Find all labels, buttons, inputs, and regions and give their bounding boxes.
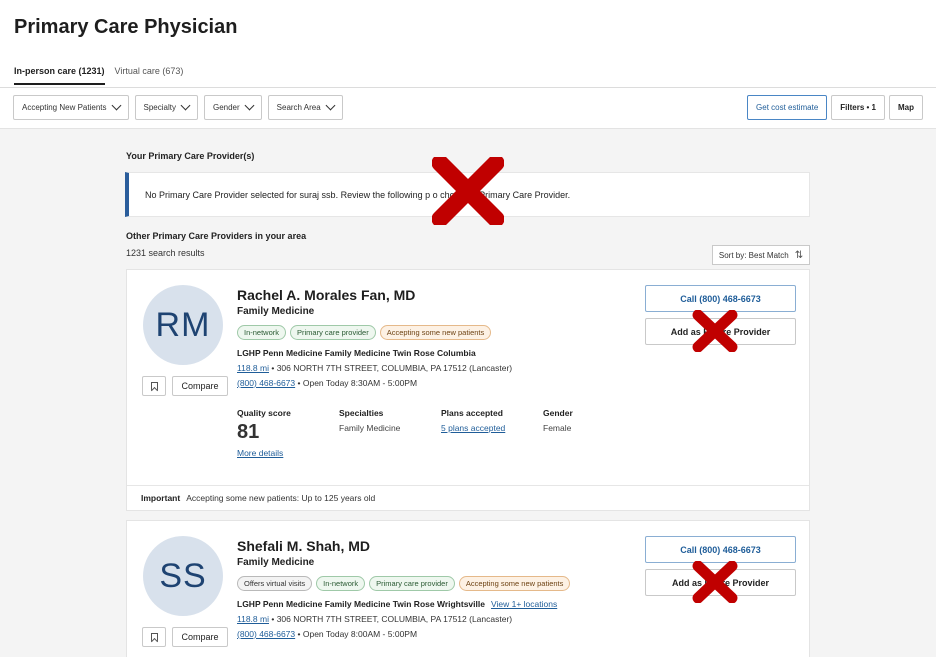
phone-hours-line: (800) 468-6673 • Open Today 8:00AM - 5:0… (237, 629, 417, 639)
tab-virtual-care[interactable]: Virtual care (673) (115, 66, 184, 85)
add-as-pcp-button[interactable]: Add as Pr are Provider (645, 569, 796, 596)
address: 306 NORTH 7TH STREET, COLUMBIA, PA 17512… (276, 363, 513, 373)
quality-score-label: Quality score (237, 408, 291, 418)
chevron-down-icon (244, 100, 255, 111)
specialties-value: Family Medicine (339, 423, 401, 433)
bookmark-button[interactable] (142, 376, 166, 396)
phone-link[interactable]: (800) 468-6673 (237, 629, 295, 639)
results-count: 1231 search results (126, 248, 205, 258)
bookmark-icon (150, 632, 158, 642)
filters-button[interactable]: Filters • 1 (831, 95, 885, 120)
call-button[interactable]: Call (800) 468-6673 (645, 285, 796, 312)
view-locations-link[interactable]: View 1+ locations (491, 599, 557, 609)
provider-specialty: Family Medicine (237, 306, 315, 317)
in-network-badge: In-network (316, 576, 366, 591)
important-label: Important (141, 493, 181, 503)
more-details-link[interactable]: More details (237, 448, 283, 458)
practice-name: LGHP Penn Medicine Family Medicine Twin … (237, 599, 557, 609)
practice-name: LGHP Penn Medicine Family Medicine Twin … (237, 348, 476, 358)
provider-specialty: Family Medicine (237, 557, 315, 568)
filter-specialty[interactable]: Specialty (134, 95, 198, 120)
avatar: RM (143, 285, 223, 365)
filter-label: Accepting New Patients (22, 103, 107, 112)
phone-link[interactable]: (800) 468-6673 (237, 378, 295, 388)
tab-in-person-care[interactable]: In-person care (1231) (14, 66, 105, 85)
hours: Open Today 8:30AM - 5:00PM (302, 378, 418, 388)
address-line: 118.8 mi • 306 NORTH 7TH STREET, COLUMBI… (237, 614, 512, 624)
important-note: Important Accepting some new patients: U… (127, 485, 809, 510)
virtual-visits-badge: Offers virtual visits (237, 576, 313, 591)
badge-row: In-network Primary care provider Accepti… (237, 325, 492, 340)
add-as-pcp-button[interactable]: Add as Pri are Provider (645, 318, 796, 345)
hours: Open Today 8:00AM - 5:00PM (302, 629, 418, 639)
header: Primary Care Physician In-person care (1… (0, 0, 936, 129)
care-tabs: In-person care (1231) Virtual care (673) (14, 66, 183, 85)
badge-row: Offers virtual visits In-network Primary… (237, 576, 571, 591)
provider-card: SS Compare Shefali M. Shah, MD Family Me… (126, 520, 810, 657)
address-line: 118.8 mi • 306 NORTH 7TH STREET, COLUMBI… (237, 363, 512, 373)
map-button[interactable]: Map (889, 95, 923, 120)
your-pcp-heading: Your Primary Care Provider(s) (126, 151, 255, 161)
bookmark-icon (150, 381, 158, 391)
chevron-down-icon (180, 100, 191, 111)
other-providers-heading: Other Primary Care Providers in your are… (126, 231, 307, 241)
gender-label: Gender (543, 408, 573, 418)
compare-button[interactable]: Compare (172, 627, 228, 647)
plans-label: Plans accepted (441, 408, 503, 418)
sort-label: Sort by: Best Match (718, 250, 789, 260)
chevron-down-icon (325, 100, 336, 111)
filter-label: Gender (212, 103, 240, 112)
chevron-down-icon (111, 100, 121, 111)
practice-name-text: LGHP Penn Medicine Family Medicine Twin … (237, 599, 485, 609)
sort-icon: ⇅ (794, 249, 804, 261)
filter-gender[interactable]: Gender (203, 95, 262, 120)
pcp-notice-text: No Primary Care Provider selected for su… (145, 189, 571, 200)
plans-accepted-link[interactable]: 5 plans accepted (441, 423, 505, 433)
important-text: Accepting some new patients: Up to 125 y… (186, 493, 376, 503)
header-actions: Get cost estimate Filters • 1 Map (747, 95, 923, 120)
get-cost-estimate-button[interactable]: Get cost estimate (747, 95, 828, 120)
provider-name[interactable]: Shefali M. Shah, MD (237, 538, 370, 554)
accepting-patients-badge: Accepting some new patients (458, 576, 571, 591)
compare-button[interactable]: Compare (172, 376, 228, 396)
phone-hours-line: (800) 468-6673 • Open Today 8:30AM - 5:0… (237, 378, 417, 388)
provider-card: RM Compare Rachel A. Morales Fan, MD Fam… (126, 269, 810, 511)
address: 306 NORTH 7TH STREET, COLUMBIA, PA 17512… (276, 614, 513, 624)
quality-score-value: 81 (237, 421, 260, 443)
distance-link[interactable]: 118.8 mi (237, 614, 269, 624)
filter-label: Search Area (276, 103, 321, 112)
bookmark-button[interactable] (142, 627, 166, 647)
gender-value: Female (543, 423, 572, 433)
pcp-badge: Primary care provider (369, 576, 455, 591)
filter-label: Specialty (143, 103, 176, 112)
distance-link[interactable]: 118.8 mi (237, 363, 269, 373)
filter-accepting-new-patients[interactable]: Accepting New Patients (13, 95, 129, 120)
accepting-patients-badge: Accepting some new patients (379, 325, 492, 340)
pcp-notice: No Primary Care Provider selected for su… (125, 172, 810, 217)
specialties-label: Specialties (339, 408, 384, 418)
page-title: Primary Care Physician (14, 16, 238, 38)
in-network-badge: In-network (237, 325, 287, 340)
provider-name[interactable]: Rachel A. Morales Fan, MD (237, 287, 415, 303)
sort-button[interactable]: Sort by: Best Match ⇅ (712, 245, 810, 265)
avatar: SS (143, 536, 223, 616)
call-button[interactable]: Call (800) 468-6673 (645, 536, 796, 563)
pcp-badge: Primary care provider (290, 325, 376, 340)
filter-bar: Accepting New Patients Specialty Gender … (13, 95, 343, 120)
divider (0, 87, 936, 88)
filter-search-area[interactable]: Search Area (267, 95, 343, 120)
